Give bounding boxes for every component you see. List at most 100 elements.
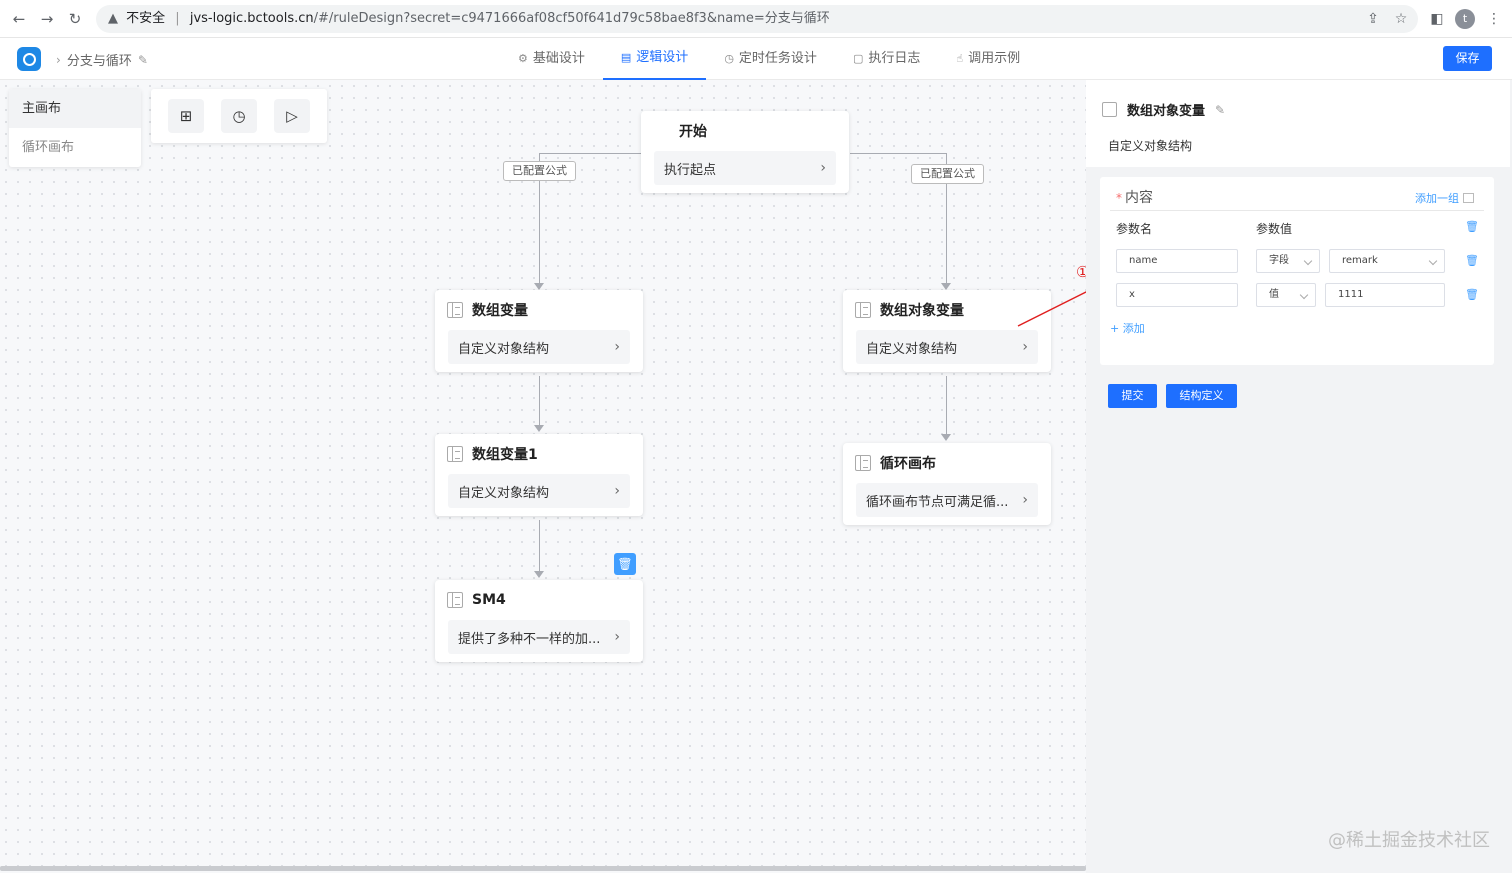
tab-scheduled-task-design[interactable]: ◷ 定时任务设计	[706, 38, 835, 80]
clock-icon: ◷	[724, 52, 734, 65]
chevron-right-icon: ›	[56, 52, 61, 67]
node-start[interactable]: 开始 执行起点 ›	[641, 111, 849, 193]
param-name-input[interactable]: name	[1116, 249, 1238, 273]
url-separator: |	[175, 11, 180, 26]
panel-subtitle: 自定义对象结构	[1108, 139, 1193, 153]
tab-call-example[interactable]: ☝ 调用示例	[938, 38, 1038, 80]
canvas-switcher: 主画布 循环画布	[9, 89, 141, 167]
canvas-item-loop[interactable]: 循环画布	[9, 128, 141, 167]
app-header: › 分支与循环 ✎ ⚙ 基础设计 ▤ 逻辑设计 ◷ 定时任务设计 ▢ 执行日志 ☝ 调用示…	[0, 38, 1512, 80]
canvas-item-main[interactable]: 主画布	[9, 89, 141, 128]
browser-toolbar: ← → ↻ ▲ 不安全 | jvs-logic.bctools.cn/#/rul…	[0, 0, 1512, 38]
delete-row-icon[interactable]: 🗑	[1465, 288, 1479, 301]
param-value-select[interactable]: remark	[1329, 249, 1445, 273]
tab-execution-log[interactable]: ▢ 执行日志	[835, 38, 938, 80]
arrow-head	[941, 283, 951, 290]
share-icon[interactable]: ⇪	[1363, 9, 1383, 29]
structure-definition-button[interactable]: 结构定义	[1166, 384, 1237, 408]
tab-label: 基础设计	[532, 51, 585, 66]
node-title: SM4	[472, 592, 506, 608]
tab-logic-design[interactable]: ▤ 逻辑设计	[602, 38, 707, 80]
breadcrumb-title: 分支与循环	[66, 54, 132, 69]
submit-button[interactable]: 提交	[1108, 384, 1157, 408]
column-header-param-value: 参数值	[1256, 222, 1293, 236]
node-title: 循环画布	[880, 456, 936, 472]
side-panel-icon[interactable]: ◧	[1427, 9, 1447, 29]
clock-icon[interactable]: ◷	[221, 99, 257, 133]
profile-avatar[interactable]: t	[1455, 9, 1475, 29]
node-type-icon	[855, 455, 871, 471]
back-button[interactable]: ←	[9, 9, 29, 29]
chevron-right-icon: ›	[820, 160, 826, 176]
content-card: * 内容 添加一组 参数名 参数值 🗑 name 字段 remark 🗑 x 值 …	[1100, 177, 1494, 365]
app-logo[interactable]	[17, 47, 41, 71]
node-loop-canvas[interactable]: 循环画布 循环画布节点可满足循... ›	[843, 443, 1051, 525]
chevron-right-icon: ›	[1022, 339, 1028, 355]
edge-condition-tag[interactable]: 已配置公式	[503, 161, 576, 181]
chevron-right-icon: ›	[614, 629, 620, 645]
connector-line	[539, 520, 540, 572]
node-body-text: 循环画布节点可满足循...	[866, 494, 1009, 510]
play-icon[interactable]: ▷	[274, 99, 310, 133]
canvas-toolbox: ⊞ ◷ ▷	[151, 89, 327, 143]
node-type-icon	[1102, 102, 1117, 117]
tab-label: 逻辑设计	[636, 50, 689, 65]
delete-node-icon[interactable]: 🗑	[614, 553, 636, 575]
param-value-input[interactable]: 1111	[1325, 283, 1445, 307]
node-array-variable[interactable]: 数组变量 自定义对象结构 ›	[435, 290, 643, 372]
file-icon: ▢	[852, 52, 864, 65]
gift-icon[interactable]: ⊞	[168, 99, 204, 133]
node-body-text: 提供了多种不一样的加...	[458, 631, 601, 647]
node-type-icon	[447, 302, 463, 318]
chevron-right-icon: ›	[614, 483, 620, 499]
bookmark-star-icon[interactable]: ☆	[1391, 9, 1411, 29]
edge-condition-tag[interactable]: 已配置公式	[911, 164, 984, 184]
column-header-param-name: 参数名	[1116, 222, 1153, 236]
node-title: 数组变量1	[472, 447, 538, 463]
add-group-button[interactable]: 添加一组	[1415, 190, 1474, 206]
forward-button[interactable]: →	[37, 9, 57, 29]
node-body-text: 自定义对象结构	[458, 341, 550, 357]
param-type-select[interactable]: 值	[1256, 283, 1316, 307]
connector-line	[539, 153, 641, 154]
node-body-text: 自定义对象结构	[866, 341, 958, 357]
node-type-icon	[447, 592, 463, 608]
breadcrumb: › 分支与循环 ✎	[56, 50, 148, 70]
more-menu-icon[interactable]: ⋮	[1484, 9, 1504, 29]
node-sm4[interactable]: SM4 提供了多种不一样的加... ›	[435, 580, 643, 662]
node-body[interactable]: 自定义对象结构 ›	[448, 474, 630, 508]
node-body-text: 自定义对象结构	[458, 485, 550, 501]
table-icon	[1463, 193, 1474, 203]
security-label: 不安全	[126, 11, 166, 26]
address-bar[interactable]: ▲ 不安全 | jvs-logic.bctools.cn/#/ruleDesig…	[96, 5, 1418, 33]
canvas-scrollbar[interactable]	[0, 866, 1086, 871]
save-button[interactable]: 保存	[1443, 46, 1492, 71]
node-body[interactable]: 循环画布节点可满足循... ›	[856, 483, 1038, 517]
connector-line	[946, 376, 947, 435]
settings-icon: ⚙	[518, 52, 528, 65]
connector-line	[850, 153, 947, 154]
edit-icon[interactable]: ✎	[138, 53, 148, 67]
node-title: 数组对象变量	[880, 303, 964, 319]
node-title: 数组变量	[472, 303, 528, 319]
node-body[interactable]: 执行起点 ›	[654, 151, 836, 185]
param-name-input[interactable]: x	[1116, 283, 1238, 307]
tab-basic-design[interactable]: ⚙ 基础设计	[500, 38, 603, 80]
delete-row-icon[interactable]: 🗑	[1465, 254, 1479, 267]
arrow-head	[941, 434, 951, 441]
node-type-icon	[855, 302, 871, 318]
node-array-variable-1[interactable]: 数组变量1 自定义对象结构 ›	[435, 434, 643, 516]
node-title: 开始	[679, 124, 707, 140]
flow-canvas[interactable]: 主画布 循环画布 ⊞ ◷ ▷ 已配置公式 已配置公式 开始 执行起点 › 数组变量…	[0, 80, 1086, 873]
document-icon: ▤	[620, 51, 632, 64]
add-row-button[interactable]: + 添加	[1110, 320, 1145, 336]
param-type-select[interactable]: 字段	[1256, 249, 1320, 273]
delete-all-icon[interactable]: 🗑	[1465, 220, 1479, 233]
edit-icon[interactable]: ✎	[1215, 103, 1225, 117]
node-body[interactable]: 提供了多种不一样的加... ›	[448, 620, 630, 654]
pointer-icon: ☝	[956, 52, 964, 65]
node-body[interactable]: 自定义对象结构 ›	[448, 330, 630, 364]
reload-button[interactable]: ↻	[65, 9, 85, 29]
url-host: jvs-logic.bctools.cn	[189, 11, 314, 26]
node-body-text: 执行起点	[664, 162, 717, 178]
